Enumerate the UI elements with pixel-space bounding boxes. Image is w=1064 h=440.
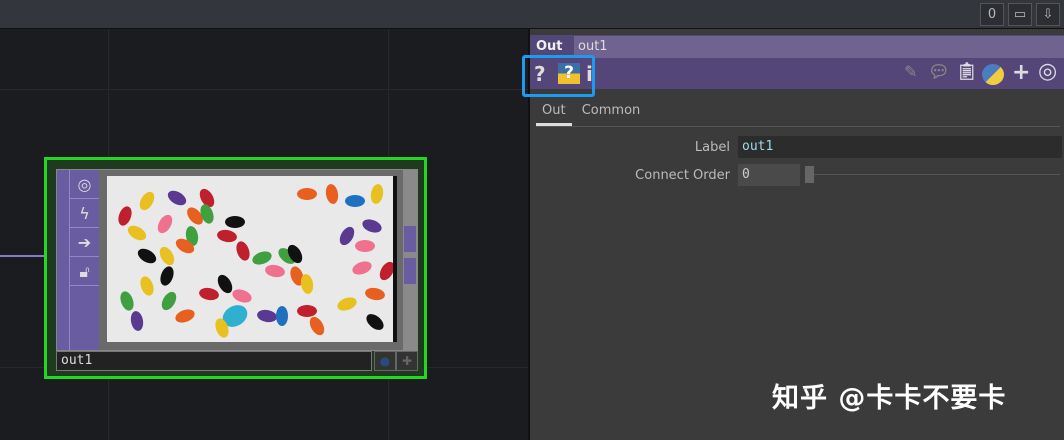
jelly-bean [355, 240, 375, 252]
node-name-field[interactable]: out1 [56, 351, 372, 371]
comment-icon[interactable]: 💬︎ [928, 62, 950, 82]
jelly-bean [130, 311, 144, 331]
jelly-bean [345, 195, 365, 207]
connect-order-slider-track[interactable] [806, 174, 1060, 175]
jelly-bean [339, 226, 355, 246]
target-icon[interactable]: ◎ [1038, 59, 1057, 84]
jelly-bean [395, 216, 397, 236]
python-icon[interactable] [982, 64, 1004, 85]
bypass-icon[interactable]: ϟ [70, 199, 99, 228]
jelly-bean [217, 229, 237, 243]
op-name-field[interactable]: out1 [574, 36, 1064, 58]
jelly-bean [366, 314, 384, 330]
top-bar: 0 ▭ ⇩ [0, 0, 1064, 29]
jelly-bean [217, 274, 233, 294]
jelly-bean [160, 266, 174, 286]
jelly-bean [175, 309, 195, 323]
python-help-icon[interactable]: ? [558, 63, 580, 84]
jelly-bean [362, 219, 382, 233]
jelly-bean [232, 289, 252, 303]
node-plus-button[interactable]: ✚ [396, 351, 418, 371]
jelly-bean [257, 309, 277, 323]
jelly-bean [161, 291, 177, 311]
download-button[interactable]: ⇩ [1036, 3, 1060, 26]
node-preview-image [107, 176, 397, 342]
jelly-bean [352, 261, 372, 275]
jelly-bean [325, 184, 339, 204]
jelly-bean [120, 291, 134, 311]
jelly-bean [159, 246, 175, 266]
jelly-bean [118, 206, 132, 226]
arrow-right-icon[interactable]: ➔ [70, 228, 99, 257]
jelly-bean [297, 305, 317, 317]
jelly-bean [127, 225, 147, 241]
tab-common[interactable]: Common [576, 101, 647, 123]
jelly-bean [140, 276, 154, 296]
viewer-icon[interactable]: ◎ [70, 170, 99, 199]
plus-icon[interactable]: + [1012, 60, 1030, 85]
jelly-bean [236, 241, 250, 261]
node-flag-button[interactable]: ● [374, 351, 396, 371]
jelly-bean [252, 251, 272, 265]
tab-out[interactable]: Out [536, 101, 572, 126]
connect-order-field[interactable]: 0 [738, 164, 800, 186]
jelly-bean [157, 214, 173, 234]
label-param-label: Label [694, 140, 730, 155]
clipboard-icon[interactable]: 📋︎ [956, 62, 978, 82]
watermark: 知乎 @卡卡不要卡 [772, 383, 1007, 414]
jelly-bean [297, 188, 317, 200]
jelly-bean [396, 229, 397, 252]
connect-order-label: Connect Order [635, 168, 730, 183]
zero-button[interactable]: 0 [980, 3, 1004, 26]
connect-order-slider-handle[interactable] [805, 166, 814, 183]
out-node[interactable]: ◎ ϟ ➔ 🔓︎ out1 ● ✚ [44, 157, 427, 379]
jelly-bean [137, 248, 157, 264]
edit-icon[interactable]: ✎ [904, 62, 917, 81]
lock-icon[interactable]: 🔓︎ [70, 257, 99, 286]
jelly-bean [225, 216, 245, 228]
jelly-bean [309, 316, 325, 336]
help-icon[interactable]: ? [534, 62, 546, 86]
jelly-bean [370, 184, 384, 204]
op-type-label: Out [536, 39, 563, 54]
jelly-bean [167, 190, 187, 206]
jelly-bean [276, 306, 288, 326]
jelly-bean [337, 297, 357, 311]
info-icon[interactable]: i [586, 62, 593, 86]
jelly-bean [139, 191, 155, 211]
jelly-bean [199, 287, 219, 301]
window-button[interactable]: ▭ [1008, 3, 1032, 26]
jelly-bean [365, 287, 385, 301]
jelly-bean [265, 264, 285, 278]
jelly-bean [379, 261, 393, 281]
label-param-field[interactable]: out1 [738, 136, 1062, 158]
